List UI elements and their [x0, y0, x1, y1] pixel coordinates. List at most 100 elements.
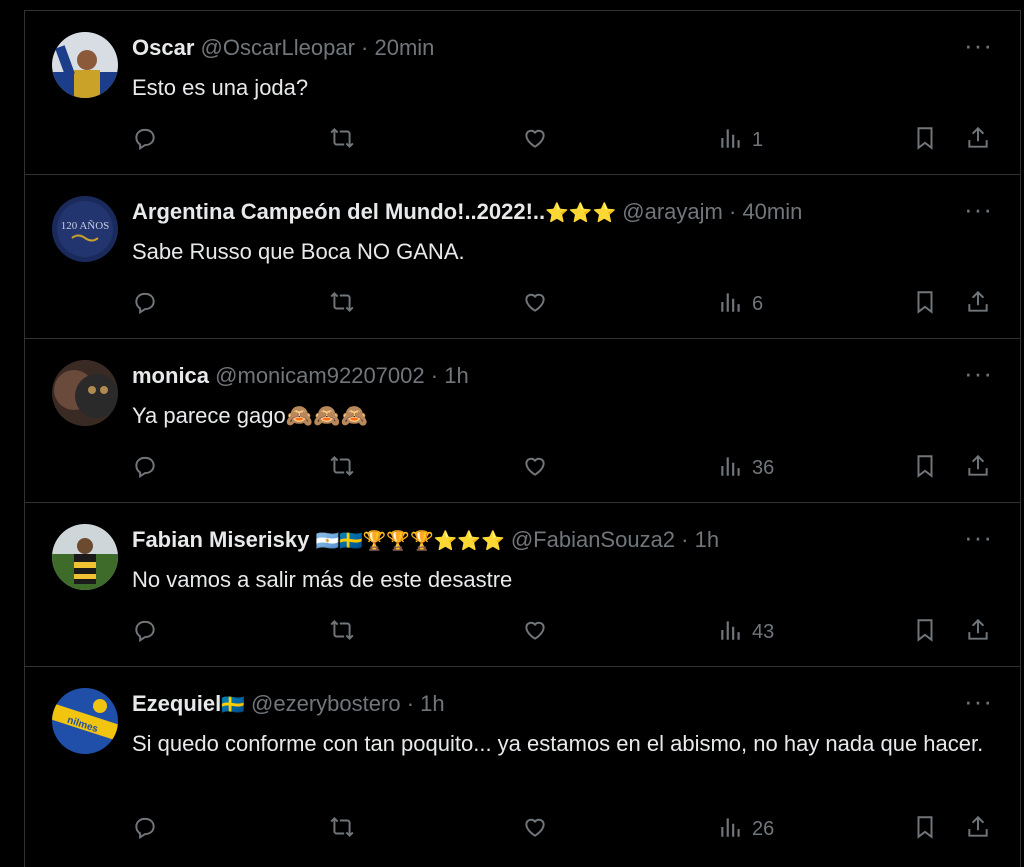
heart-icon — [522, 617, 548, 648]
more-options-icon[interactable]: ··· — [964, 196, 993, 222]
more-options-icon[interactable]: ··· — [964, 32, 993, 58]
name-emoji: ⭐⭐⭐ — [545, 203, 617, 224]
user-handle[interactable]: @ezerybostero — [251, 691, 401, 716]
timestamp[interactable]: 1h — [420, 691, 444, 716]
views-count: 1 — [752, 128, 764, 151]
retweet-icon — [329, 617, 355, 648]
analytics-icon — [718, 617, 744, 648]
display-name[interactable]: Ezequiel — [132, 691, 221, 716]
share-button[interactable] — [965, 124, 991, 156]
user-handle[interactable]: @OscarLleopar — [201, 35, 355, 60]
bookmark-button[interactable] — [912, 288, 938, 320]
separator-dot: · — [361, 35, 369, 60]
views-button[interactable]: 26 — [718, 813, 774, 845]
retweet-button[interactable] — [329, 288, 355, 320]
retweet-button[interactable] — [329, 813, 355, 845]
action-bar: 26 — [132, 813, 1002, 845]
user-handle[interactable]: @monicam92207002 — [215, 363, 424, 388]
display-name[interactable]: Fabian Miserisky — [132, 527, 309, 552]
reply-tweet[interactable]: Fabian Miserisky 🇦🇷🇸🇪🏆🏆🏆⭐⭐⭐ @FabianSouza… — [25, 503, 1020, 667]
avatar[interactable] — [52, 524, 118, 590]
reply-button[interactable] — [132, 813, 158, 845]
share-icon — [965, 617, 991, 648]
share-button[interactable] — [965, 616, 991, 648]
tweet-header: Ezequiel🇸🇪 @ezerybostero · 1h — [132, 691, 445, 719]
more-options-icon[interactable]: ··· — [964, 360, 993, 386]
analytics-icon — [718, 453, 744, 484]
timestamp[interactable]: 40min — [742, 199, 802, 224]
more-options-icon[interactable]: ··· — [964, 688, 993, 714]
views-button[interactable]: 43 — [718, 616, 774, 648]
bookmark-button[interactable] — [912, 616, 938, 648]
share-icon — [965, 453, 991, 484]
separator-dot: · — [681, 527, 689, 552]
bookmark-icon — [912, 289, 938, 320]
user-handle[interactable]: @FabianSouza2 — [511, 527, 675, 552]
like-button[interactable] — [522, 124, 548, 156]
bookmark-icon — [912, 125, 938, 156]
bookmark-button[interactable] — [912, 813, 938, 845]
analytics-icon — [718, 814, 744, 845]
like-button[interactable] — [522, 452, 548, 484]
action-bar: 6 — [132, 288, 1002, 320]
reply-icon — [132, 814, 158, 845]
tweet-text: Ya parece gago🙈🙈🙈 — [132, 403, 368, 428]
separator-dot: · — [728, 199, 737, 224]
like-button[interactable] — [522, 288, 548, 320]
reply-icon — [132, 453, 158, 484]
timestamp[interactable]: 1h — [444, 363, 468, 388]
avatar[interactable] — [52, 360, 118, 426]
retweet-button[interactable] — [329, 124, 355, 156]
retweet-button[interactable] — [329, 452, 355, 484]
retweet-icon — [329, 814, 355, 845]
tweet-text: Esto es una joda? — [132, 75, 309, 100]
avatar[interactable]: nilmes — [52, 688, 118, 754]
user-handle[interactable]: @arayajm — [622, 199, 723, 224]
reply-tweet[interactable]: 120 AÑOS Argentina Campeón del Mundo!..2… — [25, 175, 1020, 339]
display-name[interactable]: monica — [132, 363, 209, 388]
separator-dot: · — [406, 691, 415, 716]
reply-button[interactable] — [132, 616, 158, 648]
reply-button[interactable] — [132, 124, 158, 156]
like-button[interactable] — [522, 813, 548, 845]
timestamp[interactable]: 1h — [695, 527, 719, 552]
bookmark-icon — [912, 814, 938, 845]
share-button[interactable] — [965, 813, 991, 845]
views-count: 36 — [752, 456, 775, 479]
heart-icon — [522, 453, 548, 484]
name-emoji: 🇸🇪 — [221, 695, 245, 716]
avatar[interactable] — [52, 32, 118, 98]
bookmark-icon — [912, 453, 938, 484]
reply-button[interactable] — [132, 288, 158, 320]
reply-tweet[interactable]: monica @monicam92207002 · 1h ··· Ya pare… — [25, 339, 1020, 503]
action-bar: 1 — [132, 124, 1002, 156]
display-name[interactable]: Argentina Campeón del Mundo!..2022!.. — [132, 199, 545, 224]
share-button[interactable] — [965, 288, 991, 320]
like-button[interactable] — [522, 616, 548, 648]
reply-tweet[interactable]: Oscar @OscarLleopar · 20min ··· Esto es … — [25, 11, 1020, 175]
retweet-icon — [329, 289, 355, 320]
share-button[interactable] — [965, 452, 991, 484]
display-name[interactable]: Oscar — [132, 35, 194, 60]
avatar[interactable]: 120 AÑOS — [52, 196, 118, 262]
bookmark-button[interactable] — [912, 124, 938, 156]
retweet-icon — [329, 453, 355, 484]
more-options-icon[interactable]: ··· — [964, 524, 993, 550]
retweet-button[interactable] — [329, 616, 355, 648]
reply-feed: Oscar @OscarLleopar · 20min ··· Esto es … — [24, 10, 1021, 867]
retweet-icon — [329, 125, 355, 156]
tweet-header: Fabian Miserisky 🇦🇷🇸🇪🏆🏆🏆⭐⭐⭐ @FabianSouza… — [132, 527, 719, 555]
timestamp[interactable]: 20min — [375, 35, 435, 60]
reply-tweet[interactable]: nilmes Ezequiel🇸🇪 @ezerybostero · 1h ···… — [25, 667, 1020, 867]
analytics-icon — [718, 125, 744, 156]
heart-icon — [522, 125, 548, 156]
action-bar: 43 — [132, 616, 1002, 648]
views-button[interactable]: 1 — [718, 124, 763, 156]
bookmark-button[interactable] — [912, 452, 938, 484]
action-bar: 36 — [132, 452, 1002, 484]
views-button[interactable]: 36 — [718, 452, 774, 484]
share-icon — [965, 814, 991, 845]
tweet-text: Sabe Russo que Boca NO GANA. — [132, 239, 465, 264]
views-button[interactable]: 6 — [718, 288, 763, 320]
reply-button[interactable] — [132, 452, 158, 484]
